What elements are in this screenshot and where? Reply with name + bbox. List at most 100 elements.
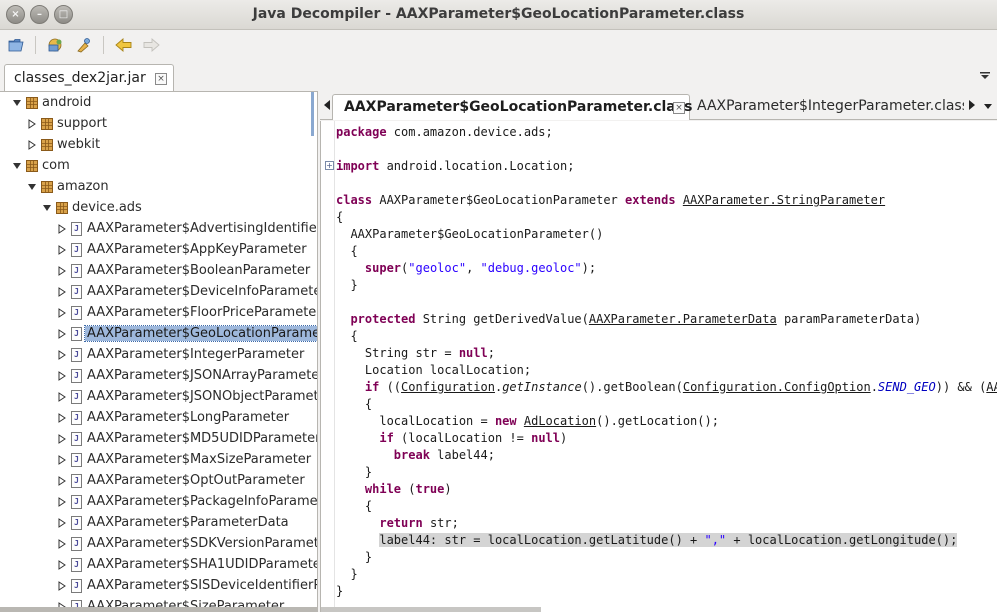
tree-node-label: AAXParameter$MD5UDIDParameter	[87, 431, 318, 446]
collapsed-arrow-icon[interactable]	[57, 287, 67, 297]
collapsed-arrow-icon[interactable]	[57, 434, 67, 444]
tree-class-node[interactable]: J AAXParameter$FloorPriceParameter	[0, 303, 317, 324]
tree-node-label: AAXParameter$IntegerParameter	[87, 347, 305, 362]
collapsed-arrow-icon[interactable]	[27, 140, 37, 150]
collapsed-arrow-icon[interactable]	[57, 329, 67, 339]
tree-class-node[interactable]: J AAXParameter$JSONArrayParameter	[0, 366, 318, 387]
tree-node-label: AAXParameter$BooleanParameter	[87, 263, 311, 278]
code-line: Location localLocation;	[336, 363, 532, 377]
tree-package-node[interactable]: android	[0, 93, 317, 114]
horizontal-scrollbar[interactable]	[321, 607, 541, 612]
tree-class-node[interactable]: J AAXParameter$AppKeyParameter	[0, 240, 317, 261]
collapsed-arrow-icon[interactable]	[57, 392, 67, 402]
scroll-tabs-left-icon[interactable]	[322, 99, 332, 111]
tree-class-node[interactable]: J AAXParameter$SDKVersionParamete	[0, 534, 317, 555]
class-file-icon: J	[71, 432, 82, 446]
open-file-icon[interactable]	[8, 37, 25, 53]
tree-horizontal-scrollbar[interactable]	[0, 607, 318, 612]
tree-node-label: AAXParameter$JSONObjectParamete	[87, 389, 318, 404]
collapsed-arrow-icon[interactable]	[57, 350, 67, 360]
code-line: break label44;	[393, 448, 495, 462]
tree-class-node[interactable]: J AAXParameter$GeoLocationParamet	[0, 324, 317, 345]
tree-class-node[interactable]: J AAXParameter$PackageInfoParamet	[0, 492, 317, 513]
collapsed-arrow-icon[interactable]	[27, 119, 37, 129]
tree-node-label: AAXParameter$OptOutParameter	[87, 473, 305, 488]
window-title: Java Decompiler - AAXParameter$GeoLocati…	[252, 6, 745, 22]
tree-node-label: AAXParameter$AppKeyParameter	[87, 242, 307, 257]
tree-class-node[interactable]: J AAXParameter$AdvertisingIdentifier	[0, 219, 317, 240]
tree-class-node[interactable]: J AAXParameter$SHA1UDIDParamete	[0, 555, 318, 576]
class-file-icon: J	[71, 264, 82, 278]
tab-label: AAXParameter$IntegerParameter.class	[697, 98, 964, 114]
title-bar: × – □ Java Decompiler - AAXParameter$Geo…	[0, 0, 997, 30]
tree-class-node[interactable]: J AAXParameter$BooleanParameter	[0, 261, 317, 282]
tab-integerparameter-class[interactable]: AAXParameter$IntegerParameter.class	[692, 94, 964, 120]
toolbar-separator	[35, 36, 36, 54]
package-icon	[41, 118, 53, 130]
code-line: String str = null;	[336, 346, 495, 360]
tree-class-node[interactable]: J AAXParameter$LongParameter	[0, 408, 317, 429]
collapsed-arrow-icon[interactable]	[57, 224, 67, 234]
search-icon[interactable]	[75, 37, 92, 53]
class-file-icon: J	[71, 390, 82, 404]
view-menu-icon[interactable]	[980, 72, 990, 80]
code-line: }	[336, 465, 373, 479]
back-icon[interactable]	[115, 37, 132, 53]
tree-node-label: AAXParameter$MaxSizeParameter	[87, 452, 312, 467]
tree-package-node[interactable]: webkit	[0, 135, 317, 156]
collapsed-arrow-icon[interactable]	[57, 497, 67, 507]
code-line: }	[336, 550, 373, 564]
tree-node-label: support	[57, 116, 107, 131]
tree-class-node[interactable]: J AAXParameter$ParameterData	[0, 513, 317, 534]
tree-node-label: AAXParameter$JSONArrayParameter	[87, 368, 318, 383]
collapsed-arrow-icon[interactable]	[57, 371, 67, 381]
expanded-arrow-icon[interactable]	[12, 161, 22, 171]
tab-list-menu-icon[interactable]	[983, 101, 993, 113]
forward-icon[interactable]	[143, 37, 160, 53]
code-line: class AAXParameter$GeoLocationParameter …	[336, 193, 886, 207]
collapsed-arrow-icon[interactable]	[57, 581, 67, 591]
tree-package-node[interactable]: com	[0, 156, 317, 177]
tree-class-node[interactable]: J AAXParameter$OptOutParameter	[0, 471, 317, 492]
collapsed-arrow-icon[interactable]	[57, 518, 67, 528]
source-editor[interactable]: + package com.amazon.device.ads; import a…	[320, 121, 997, 612]
collapsed-arrow-icon[interactable]	[57, 308, 67, 318]
tree-package-node[interactable]: amazon	[0, 177, 317, 198]
collapsed-arrow-icon[interactable]	[57, 245, 67, 255]
package-icon	[41, 139, 53, 151]
tree-class-node[interactable]: J AAXParameter$DeviceInfoParameter	[0, 282, 317, 303]
code-line: }	[336, 584, 344, 598]
tab-geolocation-class[interactable]: AAXParameter$GeoLocationParameter.class …	[332, 94, 692, 120]
tree-class-node[interactable]: J AAXParameter$MD5UDIDParameter	[0, 429, 318, 450]
package-icon	[41, 181, 53, 193]
expanded-arrow-icon[interactable]	[27, 182, 37, 192]
class-file-icon: J	[71, 516, 82, 530]
collapsed-arrow-icon[interactable]	[57, 413, 67, 423]
collapsed-arrow-icon[interactable]	[57, 560, 67, 570]
collapsed-arrow-icon[interactable]	[57, 476, 67, 486]
package-icon	[26, 160, 38, 172]
tree-class-node[interactable]: J AAXParameter$SISDeviceIdentifierP	[0, 576, 317, 597]
tree-package-node[interactable]: support	[0, 114, 317, 135]
collapsed-arrow-icon[interactable]	[57, 539, 67, 549]
tab-classes-jar[interactable]: classes_dex2jar.jar ×	[4, 64, 174, 92]
tree-class-node[interactable]: J AAXParameter$IntegerParameter	[0, 345, 317, 366]
expand-fold-icon[interactable]: +	[325, 161, 334, 170]
tree-node-label: AAXParameter$LongParameter	[87, 410, 290, 425]
collapsed-arrow-icon[interactable]	[57, 266, 67, 276]
package-tree[interactable]: android support webkit com amazon device.ads J…	[0, 91, 318, 612]
tree-node-label: com	[42, 158, 70, 173]
code-line: if ((Configuration.getInstance().getBool…	[364, 380, 997, 394]
tree-package-node[interactable]: device.ads	[0, 198, 317, 219]
expanded-arrow-icon[interactable]	[42, 203, 52, 213]
expanded-arrow-icon[interactable]	[12, 98, 22, 108]
tree-node-label: AAXParameter$SHA1UDIDParamete	[87, 557, 318, 572]
open-type-icon[interactable]	[47, 37, 64, 53]
collapsed-arrow-icon[interactable]	[57, 455, 67, 465]
scroll-tabs-right-icon[interactable]	[967, 99, 977, 111]
close-icon[interactable]: ×	[155, 73, 167, 85]
code-line: localLocation = new AdLocation().getLoca…	[336, 414, 719, 428]
tree-class-node[interactable]: J AAXParameter$JSONObjectParamete	[0, 387, 318, 408]
tree-class-node[interactable]: J AAXParameter$MaxSizeParameter	[0, 450, 317, 471]
close-icon[interactable]: ×	[673, 102, 685, 114]
